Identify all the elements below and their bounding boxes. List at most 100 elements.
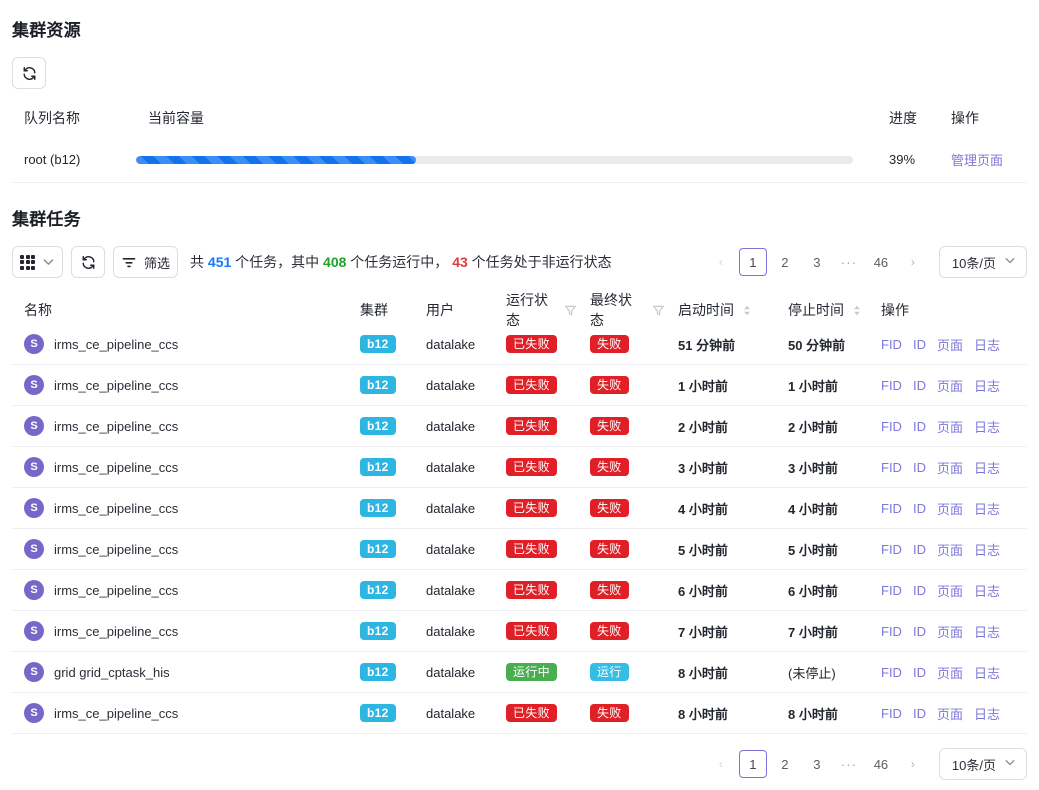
page-link[interactable]: 页面 bbox=[937, 458, 963, 477]
start-time: 51 分钟前 bbox=[678, 335, 735, 354]
log-link[interactable]: 日志 bbox=[974, 417, 1000, 436]
run-status-badge: 已失败 bbox=[506, 540, 557, 558]
id-link[interactable]: ID bbox=[913, 501, 926, 516]
final-status-badge: 运行 bbox=[590, 663, 629, 681]
page-size-select[interactable]: 10条/页 bbox=[939, 246, 1027, 278]
pagination-page-46[interactable]: 46 bbox=[867, 248, 895, 276]
pagination-page-1[interactable]: 1 bbox=[739, 750, 767, 778]
col-final-status: 最终状态 bbox=[578, 290, 666, 330]
log-link[interactable]: 日志 bbox=[974, 335, 1000, 354]
pagination-page-1[interactable]: 1 bbox=[739, 248, 767, 276]
fid-link[interactable]: FID bbox=[881, 501, 902, 516]
tasks-toolbar: 筛选 共 451 个任务，其中 408 个任务运行中， 43 个任务处于非运行状… bbox=[12, 246, 1027, 278]
page-link[interactable]: 页面 bbox=[937, 663, 963, 682]
final-status-badge: 失败 bbox=[590, 499, 629, 517]
id-link[interactable]: ID bbox=[913, 624, 926, 639]
run-status-badge: 运行中 bbox=[506, 663, 557, 681]
log-link[interactable]: 日志 bbox=[974, 540, 1000, 559]
pagination-page-2[interactable]: 2 bbox=[771, 248, 799, 276]
task-avatar: S bbox=[24, 375, 44, 395]
log-link[interactable]: 日志 bbox=[974, 704, 1000, 723]
run-status-filter-icon[interactable] bbox=[563, 303, 578, 318]
cluster-badge: b12 bbox=[360, 458, 396, 476]
task-avatar: S bbox=[24, 416, 44, 436]
task-user: datalake bbox=[426, 665, 475, 680]
final-status-filter-icon[interactable] bbox=[651, 303, 666, 318]
id-link[interactable]: ID bbox=[913, 665, 926, 680]
pagination-prev[interactable]: ‹ bbox=[707, 750, 735, 778]
fid-link[interactable]: FID bbox=[881, 337, 902, 352]
tasks-section-title: 集群任务 bbox=[12, 205, 1027, 230]
final-status-badge: 失败 bbox=[590, 458, 629, 476]
task-actions: FID ID 页面日志 bbox=[869, 458, 1027, 477]
fid-link[interactable]: FID bbox=[881, 419, 902, 434]
tasks-refresh-button[interactable] bbox=[71, 246, 105, 278]
page-link[interactable]: 页面 bbox=[937, 335, 963, 354]
page-link[interactable]: 页面 bbox=[937, 622, 963, 641]
log-link[interactable]: 日志 bbox=[974, 622, 1000, 641]
pagination-prev[interactable]: ‹ bbox=[707, 248, 735, 276]
task-table-row: S grid grid_cptask_his b12 datalake 运行中 … bbox=[12, 652, 1027, 693]
page-link[interactable]: 页面 bbox=[937, 704, 963, 723]
pagination-page-2[interactable]: 2 bbox=[771, 750, 799, 778]
pagination-next[interactable]: › bbox=[899, 248, 927, 276]
fid-link[interactable]: FID bbox=[881, 706, 902, 721]
log-link[interactable]: 日志 bbox=[974, 663, 1000, 682]
log-link[interactable]: 日志 bbox=[974, 458, 1000, 477]
page-link[interactable]: 页面 bbox=[937, 376, 963, 395]
task-actions: FID ID 页面日志 bbox=[869, 540, 1027, 559]
task-avatar: S bbox=[24, 662, 44, 682]
log-link[interactable]: 日志 bbox=[974, 581, 1000, 600]
page-link[interactable]: 页面 bbox=[937, 499, 963, 518]
page-size-value: 10条/页 bbox=[952, 755, 996, 774]
resources-col-progress: 进度 bbox=[877, 108, 939, 128]
log-link[interactable]: 日志 bbox=[974, 376, 1000, 395]
pagination-page-3[interactable]: 3 bbox=[803, 750, 831, 778]
task-table-row: S irms_ce_pipeline_ccs b12 datalake 已失败 … bbox=[12, 570, 1027, 611]
id-link[interactable]: ID bbox=[913, 460, 926, 475]
final-status-badge: 失败 bbox=[590, 622, 629, 640]
task-avatar: S bbox=[24, 334, 44, 354]
run-status-badge: 已失败 bbox=[506, 581, 557, 599]
fid-link[interactable]: FID bbox=[881, 583, 902, 598]
start-time-sort-icon[interactable] bbox=[741, 304, 753, 317]
id-link[interactable]: ID bbox=[913, 583, 926, 598]
page-link[interactable]: 页面 bbox=[937, 581, 963, 600]
filter-button[interactable]: 筛选 bbox=[113, 246, 178, 278]
task-actions: FID ID 页面日志 bbox=[869, 622, 1027, 641]
fid-link[interactable]: FID bbox=[881, 378, 902, 393]
task-name: irms_ce_pipeline_ccs bbox=[54, 419, 178, 434]
pagination-ellipsis: ··· bbox=[835, 750, 863, 778]
log-link[interactable]: 日志 bbox=[974, 499, 1000, 518]
queue-name: root (b12) bbox=[12, 152, 136, 167]
id-link[interactable]: ID bbox=[913, 378, 926, 393]
fid-link[interactable]: FID bbox=[881, 624, 902, 639]
resources-refresh-button[interactable] bbox=[12, 57, 46, 89]
column-settings-button[interactable] bbox=[12, 246, 63, 278]
id-link[interactable]: ID bbox=[913, 419, 926, 434]
page-size-select[interactable]: 10条/页 bbox=[939, 748, 1027, 780]
task-user: datalake bbox=[426, 583, 475, 598]
start-time: 8 小时前 bbox=[678, 704, 728, 723]
task-avatar: S bbox=[24, 580, 44, 600]
fid-link[interactable]: FID bbox=[881, 460, 902, 475]
fid-link[interactable]: FID bbox=[881, 665, 902, 680]
id-link[interactable]: ID bbox=[913, 542, 926, 557]
start-time: 5 小时前 bbox=[678, 540, 728, 559]
manage-page-link[interactable]: 管理页面 bbox=[951, 153, 1003, 168]
cluster-badge: b12 bbox=[360, 540, 396, 558]
id-link[interactable]: ID bbox=[913, 337, 926, 352]
task-name: irms_ce_pipeline_ccs bbox=[54, 583, 178, 598]
final-status-badge: 失败 bbox=[590, 704, 629, 722]
stop-time: 50 分钟前 bbox=[788, 335, 845, 354]
page-link[interactable]: 页面 bbox=[937, 417, 963, 436]
task-avatar: S bbox=[24, 703, 44, 723]
fid-link[interactable]: FID bbox=[881, 542, 902, 557]
id-link[interactable]: ID bbox=[913, 706, 926, 721]
stop-time-sort-icon[interactable] bbox=[851, 304, 863, 317]
start-time: 8 小时前 bbox=[678, 663, 728, 682]
page-link[interactable]: 页面 bbox=[937, 540, 963, 559]
pagination-page-3[interactable]: 3 bbox=[803, 248, 831, 276]
pagination-next[interactable]: › bbox=[899, 750, 927, 778]
pagination-page-46[interactable]: 46 bbox=[867, 750, 895, 778]
